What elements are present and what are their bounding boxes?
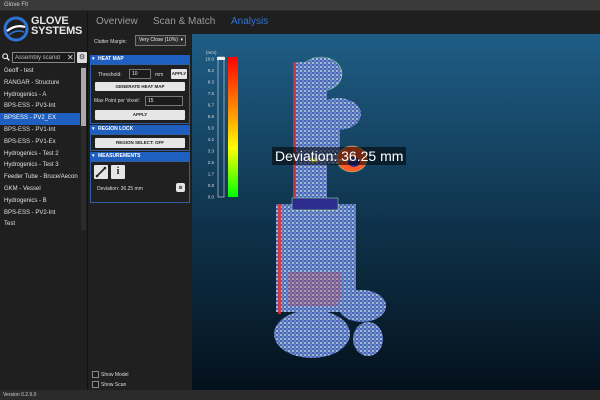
clear-search-icon[interactable]: ✕ xyxy=(67,52,75,63)
clutter-margin-value: Very Close (10%) xyxy=(139,37,178,43)
collapse-chevron-icon: ▾ xyxy=(92,56,95,62)
gear-icon: ⚙ xyxy=(78,54,86,61)
search-row: ✕ ⚙ xyxy=(2,52,87,63)
tab-overview[interactable]: Overview xyxy=(96,16,138,27)
scanned-part-point-cloud xyxy=(274,56,386,358)
main-tabs: Overview Scan & Match Analysis xyxy=(88,11,600,34)
color-scale-slider-handle[interactable] xyxy=(217,57,225,60)
color-scale-tick-label: 1.7 xyxy=(208,172,215,177)
max-point-input[interactable]: 15 xyxy=(145,96,183,106)
asset-list-item[interactable]: Geoff - test xyxy=(0,66,80,78)
heat-map-apply-button[interactable]: APPLY xyxy=(95,110,185,120)
info-icon: i xyxy=(116,166,120,177)
3d-viewport[interactable]: (mm) 10.0 9.2 8.3 7.5 6.7 5.8 5.0 4.2 3.3 2.5 1.7 0… xyxy=(192,34,600,390)
deviation-color-scale: (mm) 10.0 9.2 8.3 7.5 6.7 5.8 5.0 4.2 3.3 2.5 1.7 0… xyxy=(205,50,238,200)
asset-list-item[interactable]: Hydrogenics - A xyxy=(0,90,80,102)
asset-list-item[interactable]: Hydrogenics - Test 3 xyxy=(0,160,80,172)
threshold-input[interactable]: 10 xyxy=(129,69,151,79)
threshold-apply-button[interactable]: APPLY xyxy=(171,69,187,79)
search-icon xyxy=(2,53,10,61)
region-lock-title: REGION LOCK xyxy=(98,126,134,132)
measurement-options-button[interactable]: ⚙ xyxy=(176,183,185,192)
measurements-section-header[interactable]: ▾ MEASUREMENTS xyxy=(90,152,190,161)
asset-list-item[interactable]: Feeder Tube - Bruce/Aecon xyxy=(0,172,80,184)
clutter-margin-label: Clutter Margin: xyxy=(94,39,127,45)
analysis-panel: Clutter Margin: Very Close (10%) ▾ ▾ HEA… xyxy=(89,34,191,390)
show-model-label: Show Model xyxy=(101,372,129,378)
asset-list-scroll-thumb[interactable] xyxy=(81,68,86,126)
color-scale-tick-label: 8.3 xyxy=(208,80,215,85)
asset-list-item[interactable]: Hydrogenics - B xyxy=(0,196,80,208)
asset-list-item[interactable]: Test xyxy=(0,219,80,230)
threshold-unit: mm xyxy=(155,72,164,78)
color-scale-tick-label: 0.0 xyxy=(208,195,215,200)
color-scale-tick-label: 2.5 xyxy=(208,160,215,165)
generate-heat-map-button[interactable]: GENERATE HEAT MAP xyxy=(95,82,185,91)
ruler-icon xyxy=(95,166,107,178)
heat-map-section-header[interactable]: ▾ HEAT MAP xyxy=(90,55,190,64)
color-scale-tick-label: 3.3 xyxy=(208,149,215,154)
color-scale-tick-label: 0.8 xyxy=(208,183,215,188)
asset-list-scrollbar[interactable] xyxy=(81,66,86,230)
collapse-chevron-icon: ▾ xyxy=(92,126,95,132)
deviation-overlay-label: Deviation: 36.25 mm xyxy=(272,147,407,165)
threshold-label: Threshold: xyxy=(98,72,122,78)
info-button[interactable]: i xyxy=(111,165,125,179)
collapse-chevron-icon: ▾ xyxy=(92,153,95,159)
sidebar: GLOVE SYSTEMS ✕ ⚙ Geoff - testRANGAR - S… xyxy=(0,11,88,390)
logo-wordmark: GLOVE SYSTEMS xyxy=(31,16,83,37)
color-scale-bar xyxy=(228,57,238,197)
asset-list-item[interactable]: Hydrogenics - Test 2 xyxy=(0,149,80,161)
glove-systems-logo: GLOVE SYSTEMS xyxy=(3,13,85,46)
heat-map-title: HEAT MAP xyxy=(98,56,124,62)
color-scale-slider-track[interactable] xyxy=(217,56,225,198)
asset-search-input[interactable] xyxy=(12,52,75,63)
color-scale-tick-label: 9.2 xyxy=(208,68,215,73)
asset-list-item[interactable]: BPS-ESS - PV1-Int xyxy=(0,125,80,137)
settings-gear-button[interactable]: ⚙ xyxy=(77,52,87,63)
measurements-title: MEASUREMENTS xyxy=(98,153,141,159)
asset-list: Geoff - test RANGAR - Structure Hydrogenic… xyxy=(0,66,80,230)
color-scale-tick-label: 6.7 xyxy=(208,103,215,108)
color-scale-tick-label: 5.8 xyxy=(208,114,215,119)
threshold-value: 10 xyxy=(132,71,138,77)
color-scale-tick-label: 5.0 xyxy=(208,126,215,131)
asset-list-item[interactable]: BPS-ESS - PV3-Int xyxy=(0,101,80,113)
show-scan-checkbox[interactable] xyxy=(92,381,99,388)
color-scale-unit: (mm) xyxy=(206,50,217,55)
color-scale-tick-label: 7.5 xyxy=(208,91,215,96)
tab-analysis[interactable]: Analysis xyxy=(231,16,268,27)
asset-list-item[interactable]: GKM - Vessel xyxy=(0,184,80,196)
status-bar: Version 0.2.9.0 xyxy=(0,390,600,400)
logo-line-2: SYSTEMS xyxy=(31,25,83,37)
show-scan-label: Show Scan xyxy=(101,382,127,388)
color-scale-ticks: 10.0 9.2 8.3 7.5 6.7 5.8 5.0 4.2 3.3 2.5 1.7 0.8 0.0 xyxy=(205,57,214,200)
chevron-down-icon: ▾ xyxy=(180,37,183,43)
clutter-margin-dropdown[interactable]: Very Close (10%) ▾ xyxy=(135,35,186,46)
viewport-canvas: (mm) 10.0 9.2 8.3 7.5 6.7 5.8 5.0 4.2 3.3 2.5 1.7 0… xyxy=(205,50,386,358)
gear-icon: ⚙ xyxy=(178,185,183,190)
measure-tool-button[interactable] xyxy=(94,165,108,179)
window-title: Glove Fit xyxy=(0,0,600,11)
measurement-result: Deviation: 36.25 mm xyxy=(97,186,143,192)
region-select-toggle-button[interactable]: REGION SELECT: OFF xyxy=(95,138,185,148)
globe-logo-icon xyxy=(3,16,29,42)
show-model-checkbox[interactable] xyxy=(92,371,99,378)
asset-list-item[interactable]: BPSESS - PV2_EX xyxy=(0,113,80,125)
asset-list-item[interactable]: BPS-ESS - PV2-Int xyxy=(0,208,80,220)
color-scale-tick-label: 10.0 xyxy=(205,57,214,62)
color-scale-tick-label: 4.2 xyxy=(208,137,215,142)
asset-list-item[interactable]: BPS-ESS - PV1-Ex xyxy=(0,137,80,149)
max-point-value: 15 xyxy=(148,98,154,104)
max-point-label: Max Point per Voxel: xyxy=(94,98,140,104)
asset-list-item[interactable]: RANGAR - Structure xyxy=(0,78,80,90)
region-lock-section-header[interactable]: ▾ REGION LOCK xyxy=(90,125,190,134)
tab-scan-match[interactable]: Scan & Match xyxy=(153,16,215,27)
